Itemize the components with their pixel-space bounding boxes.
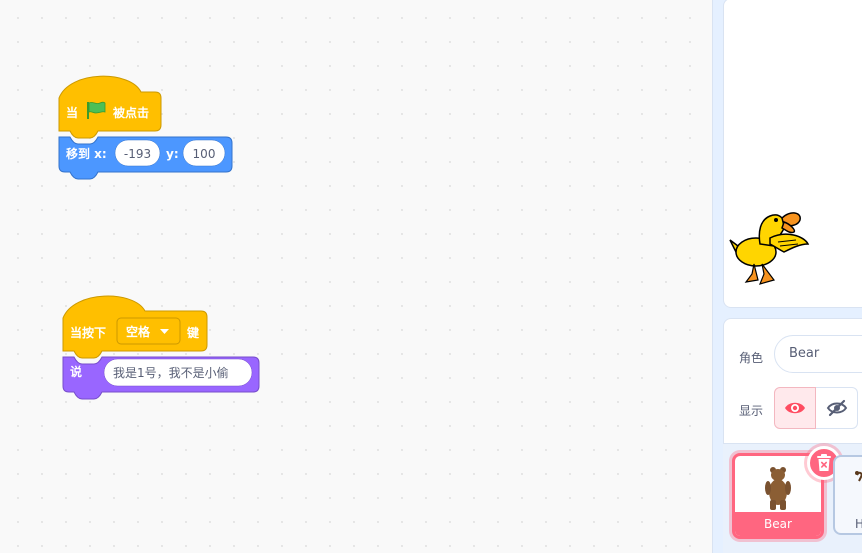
when-key-pressed-block[interactable]: 当按下 空格 键 xyxy=(62,295,208,359)
hide-sprite-button[interactable] xyxy=(816,387,858,429)
stage[interactable] xyxy=(723,0,862,308)
duck-sprite[interactable] xyxy=(729,212,810,285)
sprite-tile-second-name: H xyxy=(855,517,862,531)
scratch-editor: 当 被点击 移到 x: -193 y: 100 当按下 空格 键 说 我是1号，… xyxy=(0,0,862,553)
say-label: 说 xyxy=(70,364,82,379)
second-sprite-thumbnail xyxy=(855,471,862,482)
sprite-tile-bear-name: Bear xyxy=(735,512,821,536)
goto-y-label: y: xyxy=(166,147,179,161)
key-hat-prefix: 当按下 xyxy=(70,325,106,340)
code-area[interactable]: 当 被点击 移到 x: -193 y: 100 当按下 空格 键 说 我是1号，… xyxy=(0,0,712,553)
key-dropdown-value: 空格 xyxy=(126,324,151,339)
eye-slash-icon xyxy=(826,399,847,417)
sprite-name-label: 角色 xyxy=(739,351,764,365)
goto-label: 移到 x: xyxy=(66,146,107,161)
sprite-name-input[interactable]: Bear xyxy=(774,335,862,373)
key-hat-suffix: 键 xyxy=(186,325,199,340)
goto-x-value: -193 xyxy=(124,147,151,161)
trash-icon xyxy=(817,454,831,471)
right-panel: 角色 Bear 显示 Bear xyxy=(712,0,862,553)
script-key-say[interactable]: 当按下 空格 键 说 我是1号，我不是小偷 xyxy=(62,295,260,400)
script-canvas: 当 被点击 移到 x: -193 y: 100 当按下 空格 键 说 我是1号，… xyxy=(58,75,260,400)
when-flag-clicked-block[interactable]: 当 被点击 xyxy=(58,75,162,139)
goto-xy-block[interactable]: 移到 x: -193 y: 100 xyxy=(58,136,233,180)
show-sprite-button[interactable] xyxy=(774,387,816,429)
show-label: 显示 xyxy=(739,404,764,418)
eye-icon xyxy=(785,402,805,414)
say-block[interactable]: 说 我是1号，我不是小偷 xyxy=(62,356,260,400)
script-flag-goto[interactable]: 当 被点击 移到 x: -193 y: 100 xyxy=(58,75,233,180)
say-message-value: 我是1号，我不是小偷 xyxy=(113,365,229,380)
stage-canvas xyxy=(729,212,810,285)
flag-hat-prefix: 当 xyxy=(66,105,78,120)
sprite-tile-second[interactable]: H xyxy=(833,455,862,535)
sprite-list: Bear H xyxy=(723,443,862,553)
sprite-info-panel: 角色 Bear 显示 xyxy=(723,318,862,444)
flag-hat-suffix: 被点击 xyxy=(113,105,149,120)
goto-y-value: 100 xyxy=(193,147,216,161)
